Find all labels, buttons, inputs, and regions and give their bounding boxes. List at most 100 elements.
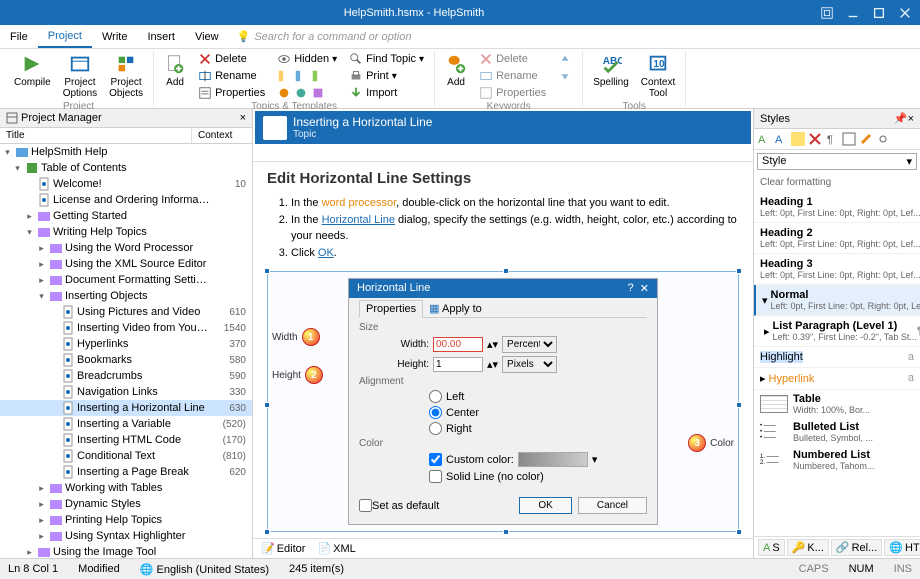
menu-write[interactable]: Write (92, 27, 137, 47)
menu-view[interactable]: View (185, 27, 229, 47)
styles-tab-htm[interactable]: 🌐 HTM... (884, 539, 920, 556)
tree-item[interactable]: Conditional Text(810) (0, 448, 252, 464)
kw-rename-button[interactable]: Rename (477, 68, 548, 84)
menu-project[interactable]: Project (38, 26, 92, 48)
rename-button[interactable]: Rename (196, 68, 267, 84)
find-topic-button[interactable]: Find Topic ▾ (347, 51, 426, 67)
hidden-button[interactable]: Hidden ▾ (275, 51, 339, 67)
style-item[interactable]: Heading 2Left: 0pt, First Line: 0pt, Rig… (754, 223, 920, 254)
style-item[interactable]: ▸List Paragraph (Level 1)Left: 0.39", Fi… (754, 316, 920, 347)
content-area[interactable]: Edit Horizontal Line Settings In the wor… (253, 162, 753, 538)
tree-item[interactable]: Bookmarks580 (0, 352, 252, 368)
tree-item[interactable]: License and Ordering Information (0, 192, 252, 208)
import-button[interactable]: Import (347, 85, 426, 101)
tree-item[interactable]: ▸Printing Help Topics (0, 512, 252, 528)
tree-item[interactable]: Using Pictures and Video610 (0, 304, 252, 320)
tree-item[interactable]: Inserting a Horizontal Line630 (0, 400, 252, 416)
style-item[interactable]: ▾NormalLeft: 0pt, First Line: 0pt, Right… (754, 285, 920, 316)
width-unit-select[interactable]: Percent (502, 336, 557, 353)
style-hyperlink[interactable]: ▸Hyperlinka (754, 368, 920, 390)
tab-properties[interactable]: Properties (359, 300, 423, 318)
print-button[interactable]: Print ▾ (347, 68, 426, 84)
style-x-icon[interactable] (808, 132, 822, 146)
tab-editor[interactable]: 📝 Editor (257, 541, 309, 556)
tree-item[interactable]: Inserting HTML Code(170) (0, 432, 252, 448)
project-options-button[interactable]: Project Options (57, 51, 103, 101)
tree-item[interactable]: Inserting a Variable(520) (0, 416, 252, 432)
style-grid-icon[interactable] (842, 132, 856, 146)
template-toolbar-icons[interactable] (275, 68, 339, 84)
pm-close-icon[interactable]: × (240, 112, 246, 124)
kw-arrow-up[interactable] (556, 51, 574, 67)
align-left-radio[interactable] (429, 390, 442, 403)
kw-properties-button[interactable]: Properties (477, 85, 548, 101)
color-picker[interactable] (518, 452, 588, 467)
cancel-button[interactable]: Cancel (578, 497, 647, 514)
styles-tab-rel[interactable]: 🔗 Rel... (831, 539, 882, 556)
style-combo[interactable]: Style ▾ (757, 153, 917, 170)
ruler[interactable] (253, 146, 753, 162)
close-icon[interactable] (898, 6, 912, 20)
styles-pin-icon[interactable]: 📌 (894, 112, 908, 125)
tree-item[interactable]: Inserting Video from YouT...1540 (0, 320, 252, 336)
tree-item[interactable]: Navigation Links330 (0, 384, 252, 400)
menu-file[interactable]: File (0, 27, 38, 47)
properties-button[interactable]: Properties (196, 85, 267, 101)
template-toolbar-icons2[interactable] (275, 85, 339, 101)
solid-line-checkbox[interactable] (429, 470, 442, 483)
custom-color-checkbox[interactable] (429, 453, 442, 466)
height-unit-select[interactable]: Pixels (502, 356, 557, 373)
tree-item[interactable]: ▾Table of Contents (0, 160, 252, 176)
kw-add-button[interactable]: Add (439, 51, 473, 101)
kw-arrow-down[interactable] (556, 68, 574, 84)
tree-item[interactable]: Hyperlinks370 (0, 336, 252, 352)
styles-tab-a[interactable]: A S (758, 539, 785, 556)
screenshot-container[interactable]: Width1 Height2 3Color Horizontal Line? ✕… (267, 271, 739, 532)
style-highlight-icon[interactable] (791, 132, 805, 146)
tree-item[interactable]: ▸Using Syntax Highlighter (0, 528, 252, 544)
tab-apply-to[interactable]: ▦ Apply to (423, 301, 488, 317)
align-center-radio[interactable] (429, 406, 442, 419)
style-bulleted[interactable]: • ——• ——• ——Bulleted ListBulleted, Symbo… (754, 418, 920, 446)
delete-button[interactable]: Delete (196, 51, 267, 67)
dialog-close-icon[interactable]: ✕ (640, 282, 649, 295)
maximize-icon[interactable] (872, 6, 886, 20)
tab-xml[interactable]: 📄 XML (313, 541, 359, 556)
align-right-radio[interactable] (429, 422, 442, 435)
width-input[interactable] (433, 337, 483, 352)
style-numbered[interactable]: 1. ——2. ——Numbered ListNumbered, Tahom..… (754, 446, 920, 474)
clear-formatting[interactable]: Clear formatting (754, 173, 920, 192)
context-tool-button[interactable]: 10 Context Tool (635, 51, 681, 101)
tree-item[interactable]: ▸Using the Image Tool (0, 544, 252, 558)
dialog-help-icon[interactable]: ? (628, 282, 634, 295)
ok-button[interactable]: OK (519, 497, 571, 514)
style-edit-icon[interactable] (859, 132, 873, 146)
tree-col-context[interactable]: Context (192, 128, 252, 143)
add-topic-button[interactable]: Add (158, 51, 192, 101)
tree-item[interactable]: ▾Writing Help Topics (0, 224, 252, 240)
minimize-icon[interactable] (846, 6, 860, 20)
tree-item[interactable]: Breadcrumbs590 (0, 368, 252, 384)
tree-col-title[interactable]: Title (0, 128, 192, 143)
tree-root[interactable]: ▾HelpSmith Help (0, 144, 252, 160)
titlebar-settings-icon[interactable] (820, 6, 834, 20)
tree-item[interactable]: Welcome!10 (0, 176, 252, 192)
tree-item[interactable]: ▸Document Formatting Settings (0, 272, 252, 288)
status-language[interactable]: 🌐 English (United States) (140, 563, 269, 576)
style-table[interactable]: TableWidth: 100%, Bor... (754, 390, 920, 418)
style-list[interactable]: Heading 1Left: 0pt, First Line: 0pt, Rig… (754, 192, 920, 536)
menu-insert[interactable]: Insert (137, 27, 185, 47)
height-input[interactable] (433, 357, 483, 372)
search-hint[interactable]: Search for a command or option (254, 31, 411, 43)
style-new-icon[interactable]: A (757, 132, 771, 146)
spelling-button[interactable]: ABC Spelling (587, 51, 635, 101)
style-item[interactable]: Heading 1Left: 0pt, First Line: 0pt, Rig… (754, 192, 920, 223)
styles-tab-k[interactable]: 🔑 K... (787, 539, 829, 556)
tree-item[interactable]: ▸Using the XML Source Editor (0, 256, 252, 272)
tree-item[interactable]: ▸Getting Started (0, 208, 252, 224)
style-item[interactable]: Heading 3Left: 0pt, First Line: 0pt, Rig… (754, 254, 920, 285)
tree-item[interactable]: ▸Working with Tables (0, 480, 252, 496)
kw-delete-button[interactable]: Delete (477, 51, 548, 67)
tree-item[interactable]: ▸Using the Word Processor (0, 240, 252, 256)
styles-close-icon[interactable]: × (908, 113, 914, 125)
